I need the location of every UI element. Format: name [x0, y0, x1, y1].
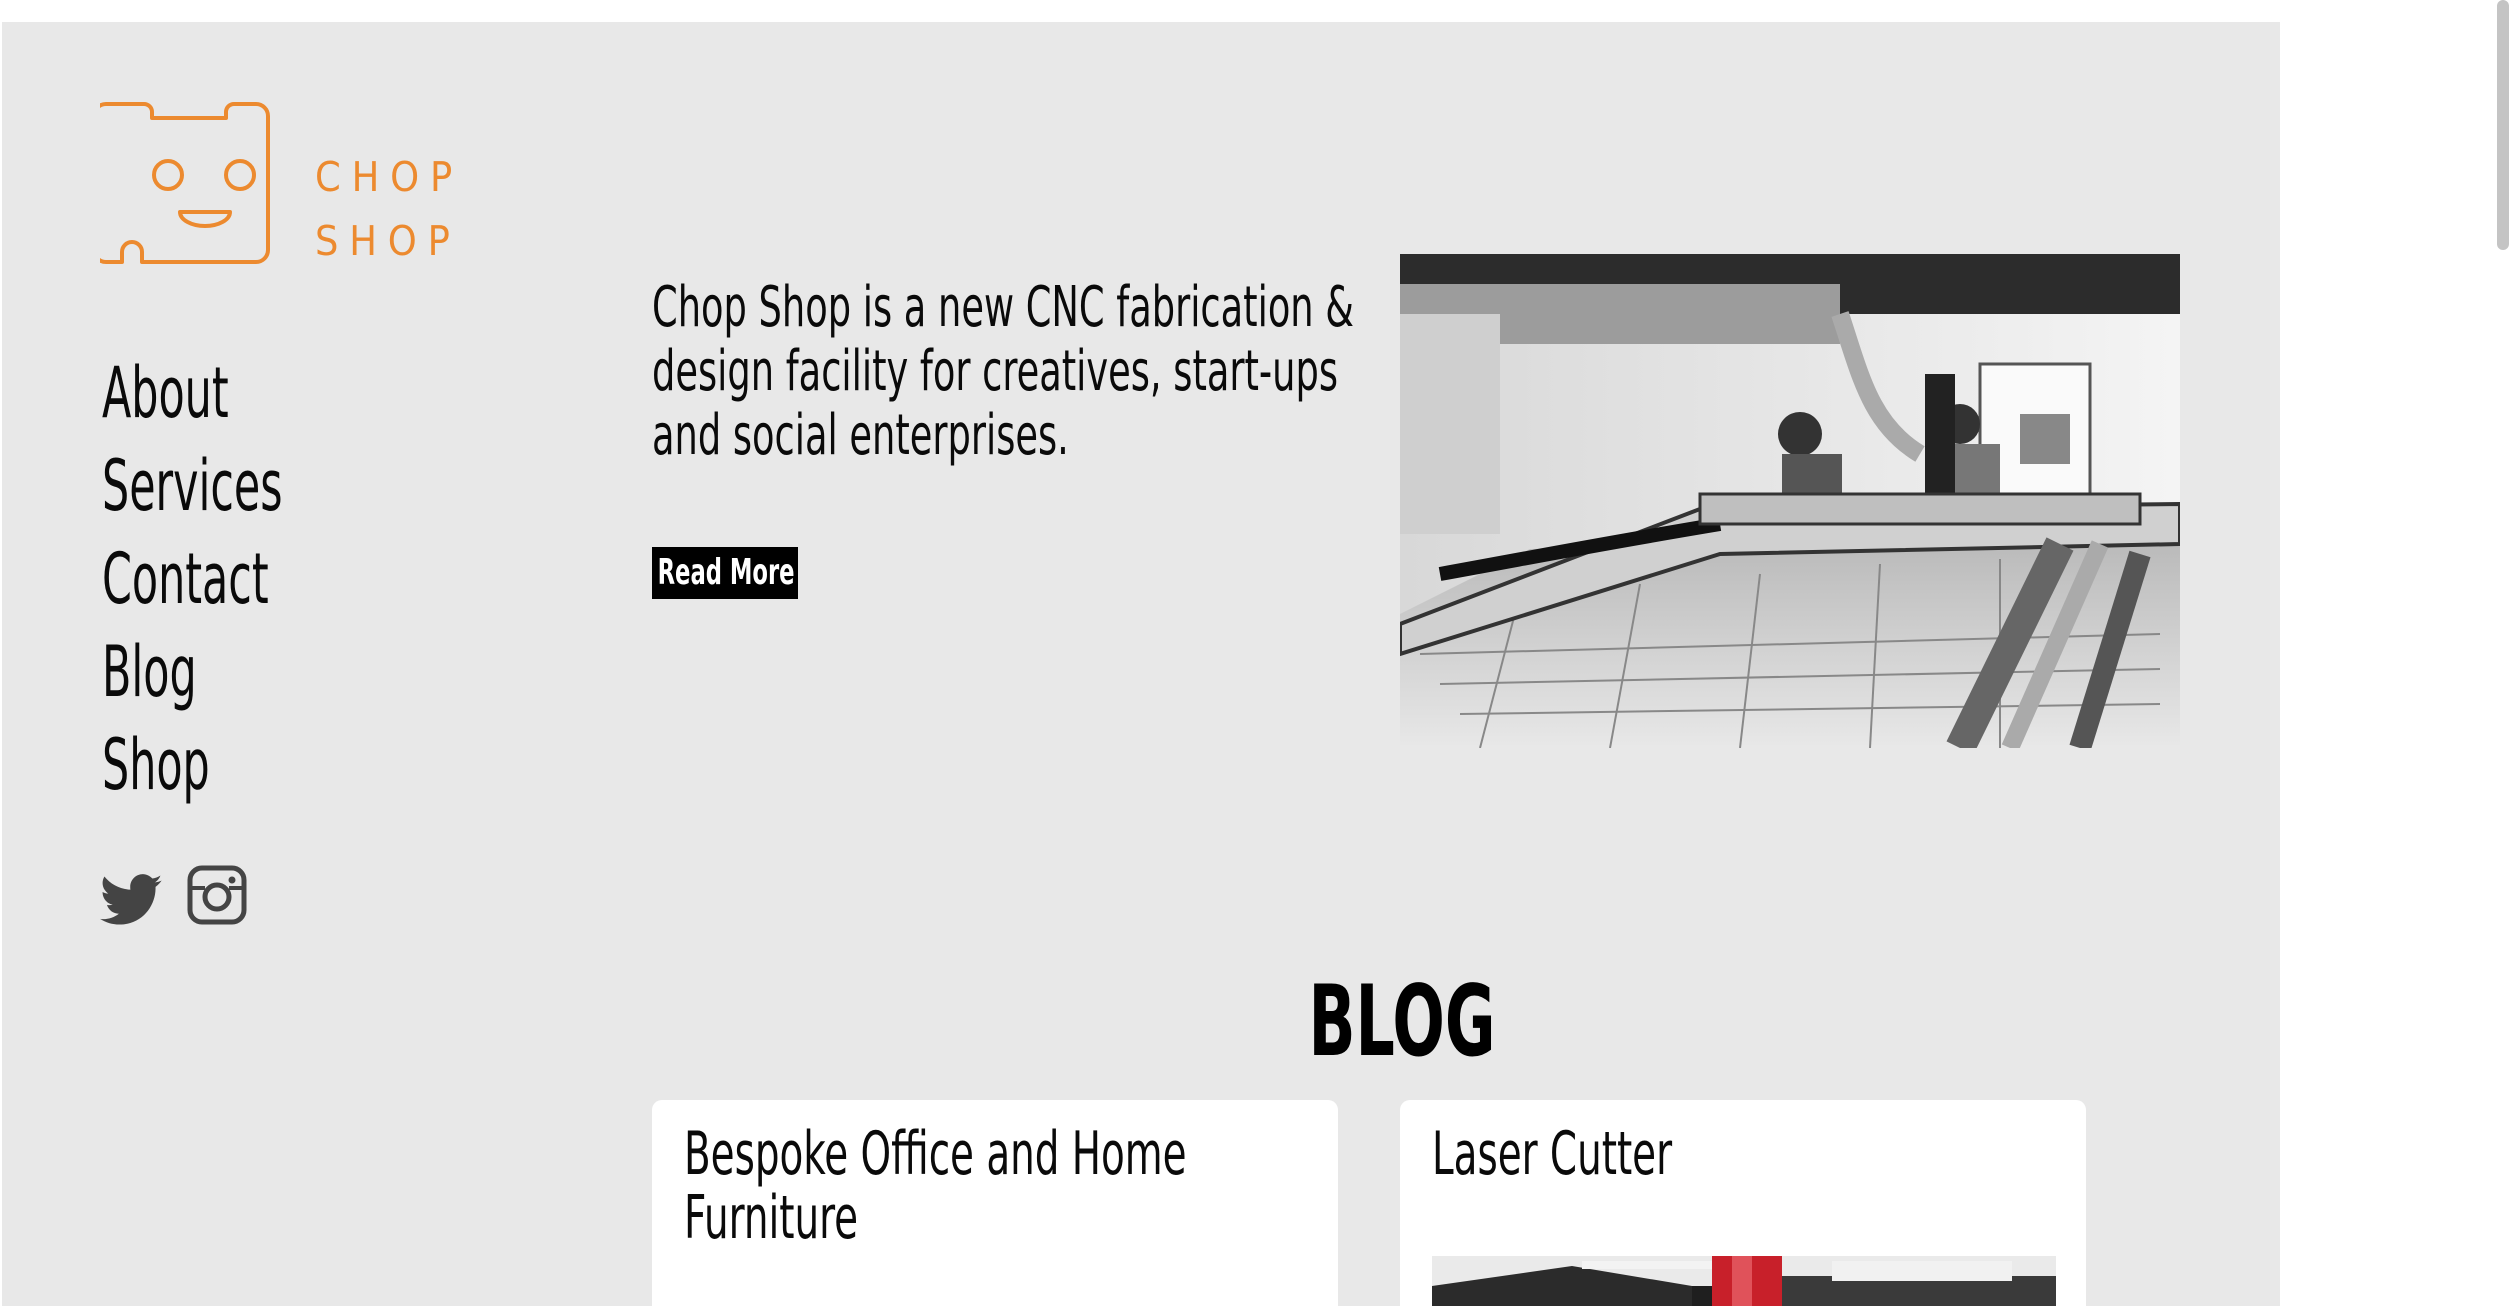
page-container: CHOP SHOP About Services Contact Blog Sh… [2, 22, 2280, 1306]
blog-heading: BLOG [1308, 965, 1496, 1079]
intro-section: Chop Shop is a new CNC fabrication & des… [652, 276, 1412, 468]
nav-item-services[interactable]: Services [102, 440, 283, 533]
read-more-label: Read More [657, 552, 795, 593]
workshop-photo [1400, 254, 2180, 748]
main-nav: About Services Contact Blog Shop [102, 347, 368, 812]
blog-card[interactable]: Laser Cutter [1400, 1100, 2086, 1306]
instagram-icon[interactable] [186, 864, 248, 926]
nav-item-shop[interactable]: Shop [102, 719, 283, 812]
cnc-machine-illustration [1400, 254, 2180, 748]
chop-shop-logo[interactable]: CHOP SHOP [100, 100, 470, 270]
blog-card[interactable]: Bespoke Office and Home Furniture [652, 1100, 1338, 1306]
intro-text: Chop Shop is a new CNC fabrication & des… [652, 275, 1354, 468]
nav-item-blog[interactable]: Blog [102, 626, 283, 719]
robot-face-icon [100, 102, 270, 264]
browser-top-strip [0, 0, 2280, 22]
logo-wordmark: CHOP SHOP [315, 144, 463, 272]
blog-card-title[interactable]: Bespoke Office and Home Furniture [684, 1122, 1303, 1250]
read-more-button[interactable]: Read More [652, 547, 798, 599]
laser-cutter-photo [1432, 1256, 2056, 1306]
scrollbar-thumb[interactable] [2497, 0, 2509, 250]
blog-card-title[interactable]: Laser Cutter [1432, 1122, 2051, 1186]
logo-line-2: SHOP [315, 217, 461, 265]
nav-item-about[interactable]: About [102, 347, 283, 440]
nav-item-contact[interactable]: Contact [102, 533, 283, 626]
twitter-icon[interactable] [100, 874, 162, 926]
logo-line-1: CHOP [315, 153, 464, 201]
